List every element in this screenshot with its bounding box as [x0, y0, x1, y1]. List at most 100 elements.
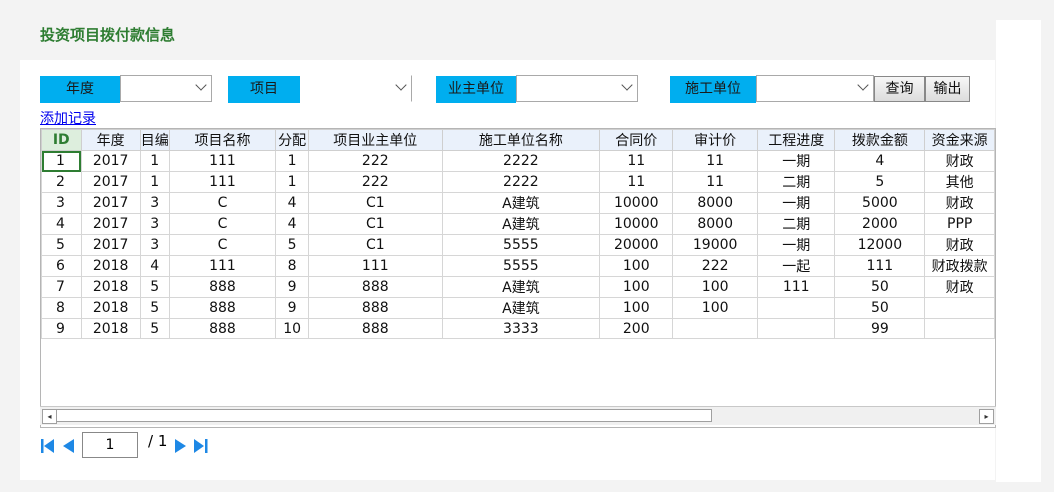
table-cell[interactable]: 11 [599, 171, 674, 193]
table-cell[interactable]: 5 [41, 234, 82, 256]
table-cell[interactable]: 10 [275, 318, 310, 339]
table-cell[interactable]: 4 [275, 192, 310, 214]
column-header[interactable]: 项目业主单位 [308, 129, 443, 151]
column-header[interactable]: 项目名称 [168, 129, 277, 151]
table-cell[interactable]: 财政 [924, 276, 995, 298]
table-cell[interactable]: 5 [139, 318, 170, 339]
owner-select[interactable] [516, 75, 638, 102]
table-cell[interactable]: C1 [308, 213, 443, 235]
page-number-input[interactable]: 1 [82, 432, 138, 458]
table-cell[interactable]: 1 [139, 171, 170, 193]
table-row[interactable]: 2 2017 1 111 1 222 2222 11 11 二期 5 其他 [41, 171, 995, 193]
data-grid[interactable]: ID 年度 目编 项目名称 分配 项目业主单位 施工单位名称 合同价 审计价 工程进度 拨款金额 资金… [40, 128, 996, 428]
column-header[interactable]: 工程进度 [757, 129, 836, 151]
horizontal-scrollbar[interactable]: ◂ ▸ [40, 406, 996, 425]
table-cell[interactable]: 111 [168, 171, 277, 193]
table-cell[interactable]: 2017 [80, 213, 141, 235]
table-cell[interactable]: 5 [275, 234, 310, 256]
table-cell[interactable]: A建筑 [441, 276, 601, 298]
add-record-link[interactable]: 添加记录 [40, 108, 96, 128]
table-cell[interactable]: 财政 [924, 192, 995, 214]
table-cell[interactable]: 9 [275, 297, 310, 319]
project-select[interactable] [300, 75, 412, 102]
column-header[interactable]: 年度 [80, 129, 141, 151]
table-cell[interactable]: 一期 [757, 234, 836, 256]
table-cell[interactable]: 5 [834, 171, 926, 193]
table-cell[interactable]: 2018 [80, 255, 141, 277]
column-header[interactable]: 合同价 [599, 129, 674, 151]
table-cell[interactable]: 200 [599, 318, 674, 339]
table-cell[interactable]: 222 [672, 255, 759, 277]
table-cell[interactable]: 2000 [834, 213, 926, 235]
table-cell[interactable]: 5000 [834, 192, 926, 214]
table-cell[interactable]: 5 [139, 276, 170, 298]
next-page-icon[interactable] [174, 438, 187, 454]
column-header[interactable]: 资金来源 [924, 129, 995, 151]
table-cell[interactable]: 888 [168, 297, 277, 319]
table-cell[interactable]: A建筑 [441, 297, 601, 319]
table-cell[interactable] [757, 297, 836, 319]
table-cell[interactable]: 50 [834, 297, 926, 319]
table-cell[interactable]: 888 [308, 276, 443, 298]
table-row[interactable]: 9 2018 5 888 10 888 3333 200 99 [41, 318, 995, 339]
table-cell[interactable]: C [168, 234, 277, 256]
table-cell[interactable] [924, 297, 995, 319]
table-cell[interactable]: 2018 [80, 318, 141, 339]
table-cell[interactable]: 1 [275, 171, 310, 193]
table-cell[interactable]: 2222 [441, 171, 601, 193]
table-cell[interactable]: 100 [599, 297, 674, 319]
table-cell[interactable]: 111 [757, 276, 836, 298]
table-row[interactable]: 3 2017 3 C 4 C1 A建筑 10000 8000 一期 5000 财政 [41, 192, 995, 214]
table-cell[interactable]: 2018 [80, 276, 141, 298]
table-cell[interactable]: 5555 [441, 234, 601, 256]
table-cell[interactable]: 1 [275, 150, 310, 172]
table-cell[interactable] [672, 318, 759, 339]
table-cell[interactable]: 5555 [441, 255, 601, 277]
first-page-icon[interactable] [41, 438, 55, 454]
table-cell[interactable]: 888 [308, 297, 443, 319]
table-cell[interactable]: 4 [834, 150, 926, 172]
table-cell[interactable]: 8 [275, 255, 310, 277]
scroll-left-icon[interactable]: ◂ [42, 409, 57, 424]
table-cell[interactable]: 2 [41, 171, 82, 193]
table-cell[interactable]: 4 [139, 255, 170, 277]
table-cell[interactable]: 4 [275, 213, 310, 235]
table-cell[interactable]: 5 [139, 297, 170, 319]
table-cell[interactable] [757, 318, 836, 339]
table-row[interactable]: 5 2017 3 C 5 C1 5555 20000 19000 一期 12000 财政 [41, 234, 995, 256]
column-header[interactable]: 审计价 [672, 129, 759, 151]
table-cell[interactable]: 3 [139, 192, 170, 214]
table-cell[interactable] [924, 318, 995, 339]
table-cell[interactable]: 3 [139, 234, 170, 256]
table-cell[interactable]: 50 [834, 276, 926, 298]
table-cell[interactable]: 4 [41, 213, 82, 235]
table-cell[interactable]: 一起 [757, 255, 836, 277]
contractor-select[interactable] [756, 75, 874, 102]
table-cell[interactable]: PPP [924, 213, 995, 235]
table-cell[interactable]: 11 [599, 150, 674, 172]
table-cell[interactable]: 11 [672, 171, 759, 193]
table-cell[interactable]: 一期 [757, 150, 836, 172]
table-cell[interactable]: 2017 [80, 234, 141, 256]
table-cell[interactable]: 6 [41, 255, 82, 277]
table-cell[interactable]: 2222 [441, 150, 601, 172]
table-cell[interactable]: 2018 [80, 297, 141, 319]
table-cell[interactable]: 111 [168, 255, 277, 277]
table-cell[interactable]: 10000 [599, 213, 674, 235]
table-cell[interactable]: 100 [672, 276, 759, 298]
table-cell[interactable]: 10000 [599, 192, 674, 214]
table-cell[interactable]: A建筑 [441, 192, 601, 214]
table-cell[interactable]: 二期 [757, 213, 836, 235]
table-cell[interactable]: 1 [41, 150, 82, 172]
table-row[interactable]: 7 2018 5 888 9 888 A建筑 100 100 111 50 财政 [41, 276, 995, 298]
table-cell[interactable]: C [168, 192, 277, 214]
table-cell[interactable]: 111 [834, 255, 926, 277]
column-header[interactable]: ID [41, 129, 82, 151]
table-cell[interactable]: 2017 [80, 150, 141, 172]
table-cell[interactable]: 3333 [441, 318, 601, 339]
table-cell[interactable]: 11 [672, 150, 759, 172]
table-cell[interactable]: 222 [308, 150, 443, 172]
column-header[interactable]: 施工单位名称 [441, 129, 601, 151]
table-cell[interactable]: 3 [139, 213, 170, 235]
table-cell[interactable]: 财政 [924, 150, 995, 172]
